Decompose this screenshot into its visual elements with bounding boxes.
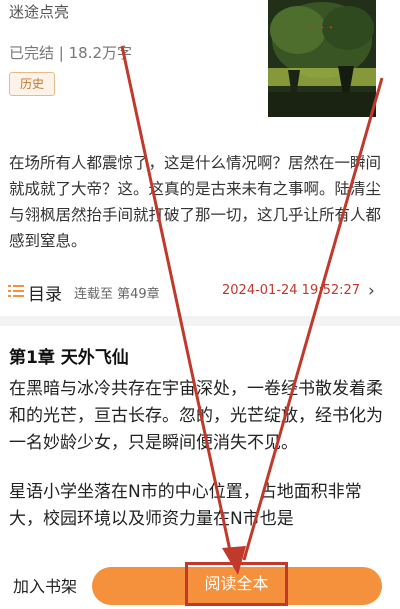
section-divider [0, 316, 400, 326]
read-all-button[interactable]: 阅读全本 [185, 562, 288, 606]
chevron-right-icon[interactable]: › [368, 281, 375, 301]
history-tag[interactable]: 历史 [9, 72, 56, 96]
toc-latest-chapter: 连载至 第49章 [74, 287, 160, 302]
chapter-content: 在黑暗与冰冷共存在宇宙深处，一卷经书散发着柔和的光芒，亘古长存。忽的，光芒绽放，… [9, 376, 391, 555]
list-icon [8, 285, 24, 297]
chapter-paragraph: 星语小学坐落在N市的中心位置，占地面积非常大，校园环境以及师资力量在N市也是 [9, 482, 362, 529]
add-to-shelf-button[interactable]: 加入书架 [13, 573, 77, 597]
svg-text:· · ·: · · · [311, 21, 334, 36]
book-header: 迷途点亮 已完结 | 18.2万字 历史 · · · [0, 0, 400, 130]
toc-label: 目录 [28, 285, 62, 305]
book-author[interactable]: 迷途点亮 [9, 1, 69, 22]
chapter-title: 第1章 天外飞仙 [9, 348, 129, 368]
toc-row[interactable]: 目录 连载至 第49章 2024-01-24 19:52:27 › [0, 279, 400, 307]
book-description: 在场所有人都震惊了，这是什么情况啊？居然在一瞬间就成就了大帝？这。这真的是古来未… [9, 154, 382, 250]
book-cover[interactable]: · · · [268, 0, 376, 117]
toc-updated-time: 2024-01-24 19:52:27 [222, 283, 361, 298]
book-status: 已完结 | 18.2万字 [9, 44, 132, 62]
chapter-paragraph: 在黑暗与冰冷共存在宇宙深处，一卷经书散发着柔和的光芒，亘古长存。忽的，光芒绽放，… [9, 379, 383, 453]
